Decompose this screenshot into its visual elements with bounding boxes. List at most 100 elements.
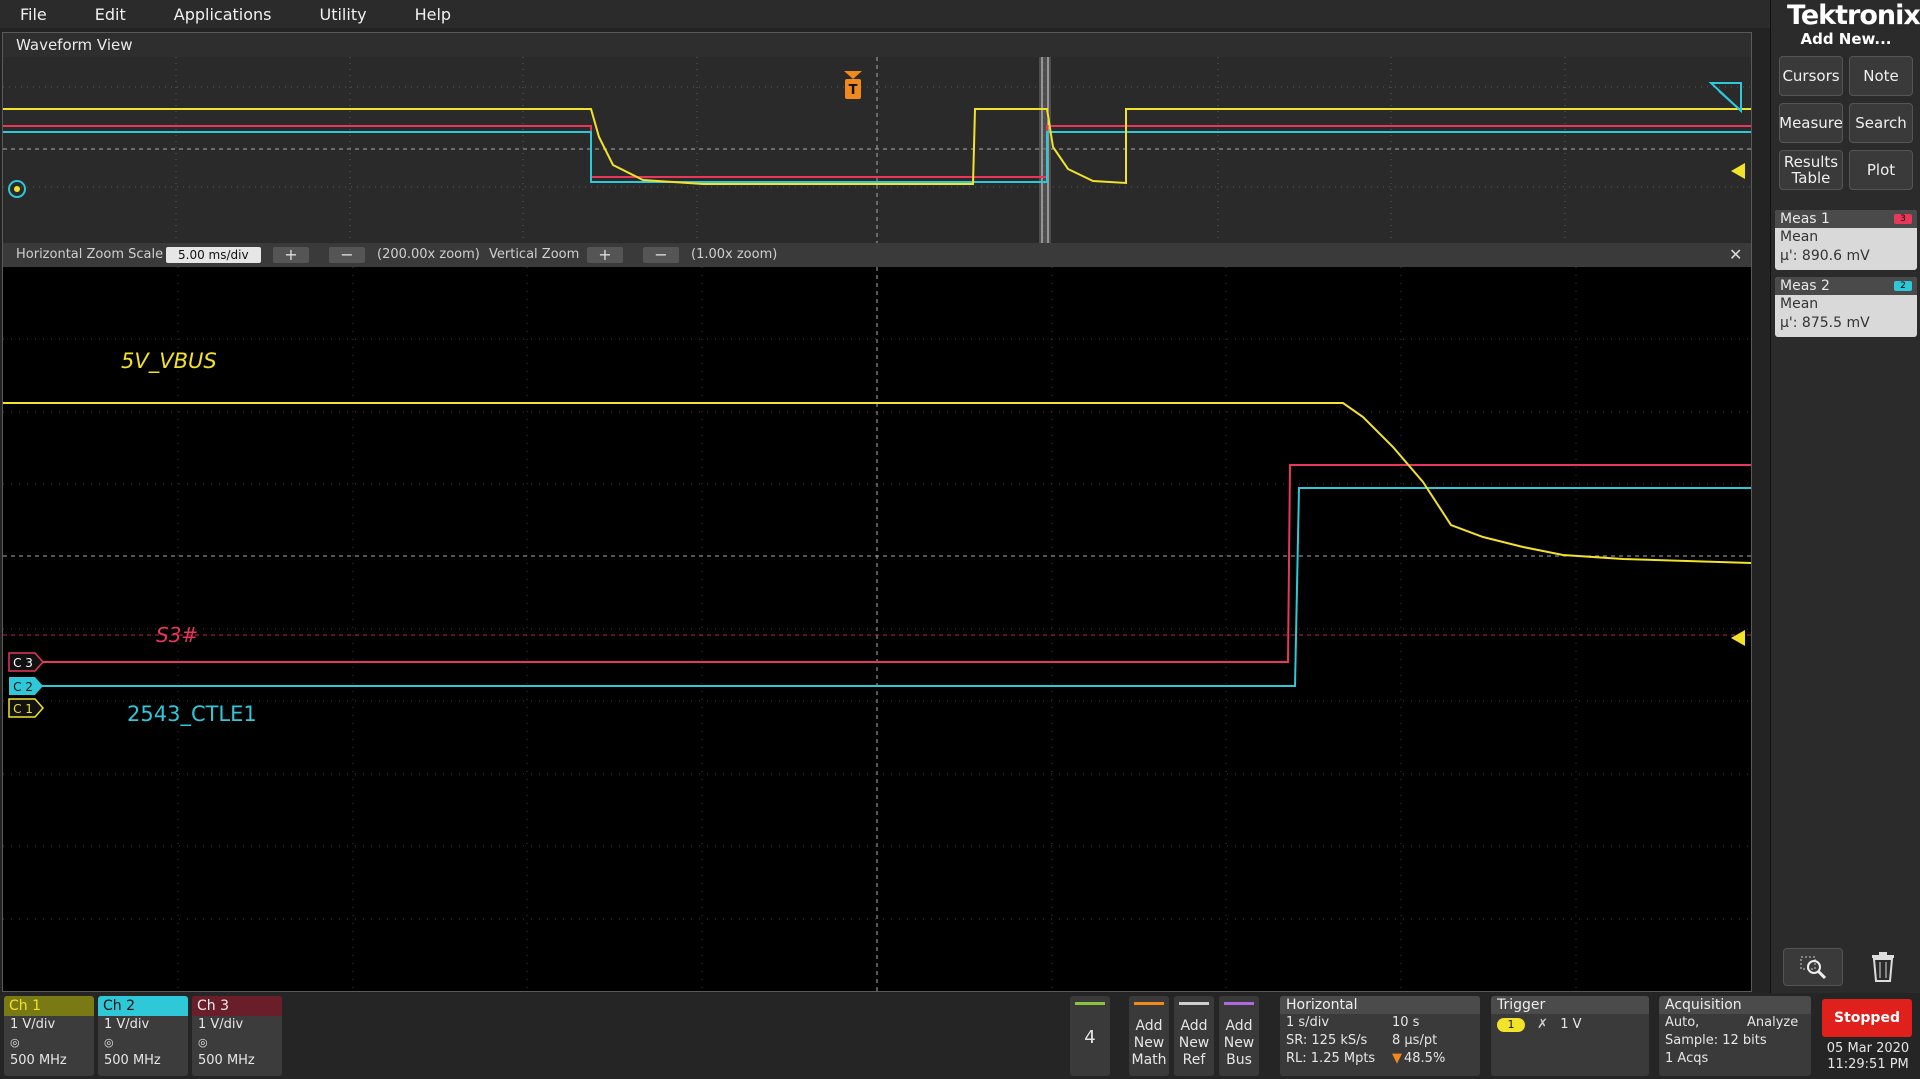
results-table-button[interactable]: Results Table	[1779, 150, 1843, 190]
svg-text:C 2: C 2	[13, 680, 33, 694]
zoom-icon[interactable]	[1783, 948, 1843, 986]
ch2-scale: 1 V/div	[104, 1017, 150, 1032]
horizontal-badge[interactable]: Horizontal 1 s/div 10 s SR: 125 kS/s 8 µs/…	[1280, 996, 1480, 1076]
meas-1-badge[interactable]: Meas 1 3 Mean µ': 890.6 mV	[1775, 210, 1917, 270]
horizontal-zoom-plus-button[interactable]: +	[273, 247, 309, 263]
trigger-title: Trigger	[1491, 996, 1649, 1014]
horizontal-record-length: RL: 1.25 Mpts	[1286, 1051, 1376, 1066]
add-new-title: Add New...	[1800, 30, 1892, 48]
svg-text:C 1: C 1	[13, 702, 33, 716]
horizontal-zoom-minus-button[interactable]: −	[329, 247, 365, 263]
trigger-position-marker[interactable]: T	[844, 71, 862, 99]
add-bus-l1: Add	[1225, 1018, 1253, 1034]
add-math-l2: New	[1133, 1035, 1165, 1051]
measure-button[interactable]: Measure	[1779, 103, 1843, 143]
time: 11:29:51 PM	[1827, 1057, 1909, 1072]
zoom-corner-icon[interactable]	[1708, 82, 1742, 114]
trigger-level-arrow[interactable]	[1731, 163, 1745, 179]
note-button[interactable]: Note	[1849, 56, 1913, 96]
menu-bar: File Edit Applications Utility Help	[0, 0, 1770, 28]
zoom-trace-ch3	[39, 464, 1751, 663]
bottom-settings-bar: Ch 1 1 V/div ◎ 500 MHz Ch 2 1 V/div ◎ 50…	[0, 993, 1920, 1079]
horizontal-zoom-scale-input[interactable]: 5.00 ms/div	[166, 247, 261, 263]
horizontal-zoom-factor: (200.00x zoom)	[377, 247, 480, 262]
add-new-math-button[interactable]: Add New Math	[1129, 996, 1169, 1076]
search-button[interactable]: Search	[1849, 103, 1913, 143]
trigger-source: 1	[1497, 1018, 1525, 1032]
acquisition-analyze: Analyze	[1747, 1015, 1799, 1030]
waveform-view: Waveform View T Horizontal Zoom Scale 5.…	[2, 32, 1752, 992]
date-time: 05 Mar 2020 11:29:51 PM	[1822, 1041, 1914, 1073]
add-math-l3: Math	[1131, 1052, 1167, 1068]
ch3-probe-icon: ◎	[198, 1036, 208, 1049]
acquisition-sample: Sample: 12 bits	[1665, 1033, 1767, 1048]
channel-count: 4	[1084, 1027, 1096, 1048]
run-stop-status[interactable]: Stopped	[1822, 999, 1912, 1037]
ch2-probe-icon: ◎	[104, 1036, 114, 1049]
zoom-trigger-level-arrow[interactable]	[1731, 630, 1745, 646]
meas-2-title: Meas 2	[1780, 278, 1830, 294]
vertical-zoom-factor: (1.00x zoom)	[691, 247, 778, 262]
add-ref-l1: Add	[1180, 1018, 1208, 1034]
trash-icon[interactable]	[1853, 948, 1913, 986]
svg-text:C 3: C 3	[13, 656, 33, 670]
label-2543-ctle1: 2543_CTLE1	[127, 702, 257, 727]
oscilloscope-app: File Edit Applications Utility Help Wave…	[0, 0, 1920, 1079]
zoom-region-handle[interactable]	[1039, 57, 1051, 243]
menu-utility[interactable]: Utility	[320, 5, 367, 24]
ch1-title: Ch 1	[4, 996, 94, 1016]
meas-2-source: 2	[1894, 281, 1912, 291]
trigger-badge[interactable]: Trigger 1 ✗ 1 V	[1491, 996, 1649, 1076]
close-zoom-icon[interactable]: ✕	[1729, 243, 1742, 267]
vertical-zoom-minus-button[interactable]: −	[643, 247, 679, 263]
horizontal-scale: 1 s/div	[1286, 1015, 1330, 1030]
meas-2-value: µ': 875.5 mV	[1780, 315, 1870, 331]
ch3-marker[interactable]: C 3	[8, 652, 45, 672]
trigger-level: 1 V	[1560, 1017, 1582, 1032]
add-new-ref-button[interactable]: Add New Ref	[1174, 996, 1214, 1076]
ch3-title: Ch 3	[192, 996, 282, 1016]
menu-edit[interactable]: Edit	[95, 5, 126, 24]
date: 05 Mar 2020	[1826, 1041, 1910, 1056]
add-math-l1: Add	[1135, 1018, 1163, 1034]
meas-2-badge[interactable]: Meas 2 2 Mean µ': 875.5 mV	[1775, 277, 1917, 337]
ch3-bandwidth: 500 MHz	[198, 1053, 255, 1068]
ch2-badge[interactable]: Ch 2 1 V/div ◎ 500 MHz	[98, 996, 188, 1076]
position-icon: ▼	[1392, 1051, 1402, 1066]
horizontal-zoom-label: Horizontal Zoom Scale	[16, 247, 164, 262]
meas-1-type: Mean	[1780, 229, 1819, 245]
zoom-waveform[interactable]: 5V_VBUS S3# 2543_CTLE1 C 3 C 2 C 1	[3, 267, 1752, 991]
ch2-marker[interactable]: C 2	[9, 677, 43, 695]
ch1-probe-icon: ◎	[10, 1036, 20, 1049]
ch3-badge[interactable]: Ch 3 1 V/div ◎ 500 MHz	[192, 996, 282, 1076]
meas-1-title: Meas 1	[1780, 211, 1830, 227]
add-bus-l3: Bus	[1226, 1052, 1252, 1068]
channel-group-icon[interactable]	[8, 180, 26, 198]
results-label-2: Table	[1791, 169, 1831, 187]
horizontal-position: 48.5%	[1404, 1051, 1446, 1066]
ch1-marker[interactable]: C 1	[8, 698, 45, 718]
channel-count-button[interactable]: 4	[1070, 996, 1110, 1076]
menu-applications[interactable]: Applications	[174, 5, 272, 24]
vertical-zoom-plus-button[interactable]: +	[587, 247, 623, 263]
add-new-bus-button[interactable]: Add New Bus	[1219, 996, 1259, 1076]
plot-button[interactable]: Plot	[1849, 150, 1913, 190]
add-ref-l2: New	[1178, 1035, 1210, 1051]
menu-help[interactable]: Help	[415, 5, 451, 24]
ch1-badge[interactable]: Ch 1 1 V/div ◎ 500 MHz	[4, 996, 94, 1076]
menu-file[interactable]: File	[20, 5, 47, 24]
horizontal-sample-rate: SR: 125 kS/s	[1286, 1033, 1368, 1048]
add-bus-l2: New	[1223, 1035, 1255, 1051]
ch2-title: Ch 2	[98, 996, 188, 1016]
tektronix-logo: Tektronix	[1787, 0, 1920, 31]
cursors-button[interactable]: Cursors	[1779, 56, 1843, 96]
add-ref-l3: Ref	[1182, 1052, 1206, 1068]
svg-text:T: T	[849, 83, 858, 98]
overview-waveform[interactable]: T	[3, 57, 1751, 243]
horizontal-title: Horizontal	[1280, 996, 1480, 1014]
acquisition-mode: Auto,	[1665, 1015, 1700, 1030]
meas-2-type: Mean	[1780, 296, 1819, 312]
results-label-1: Results	[1783, 153, 1839, 171]
meas-1-value: µ': 890.6 mV	[1780, 248, 1870, 264]
acquisition-badge[interactable]: Acquisition Auto, Analyze Sample: 12 bits…	[1659, 996, 1811, 1076]
